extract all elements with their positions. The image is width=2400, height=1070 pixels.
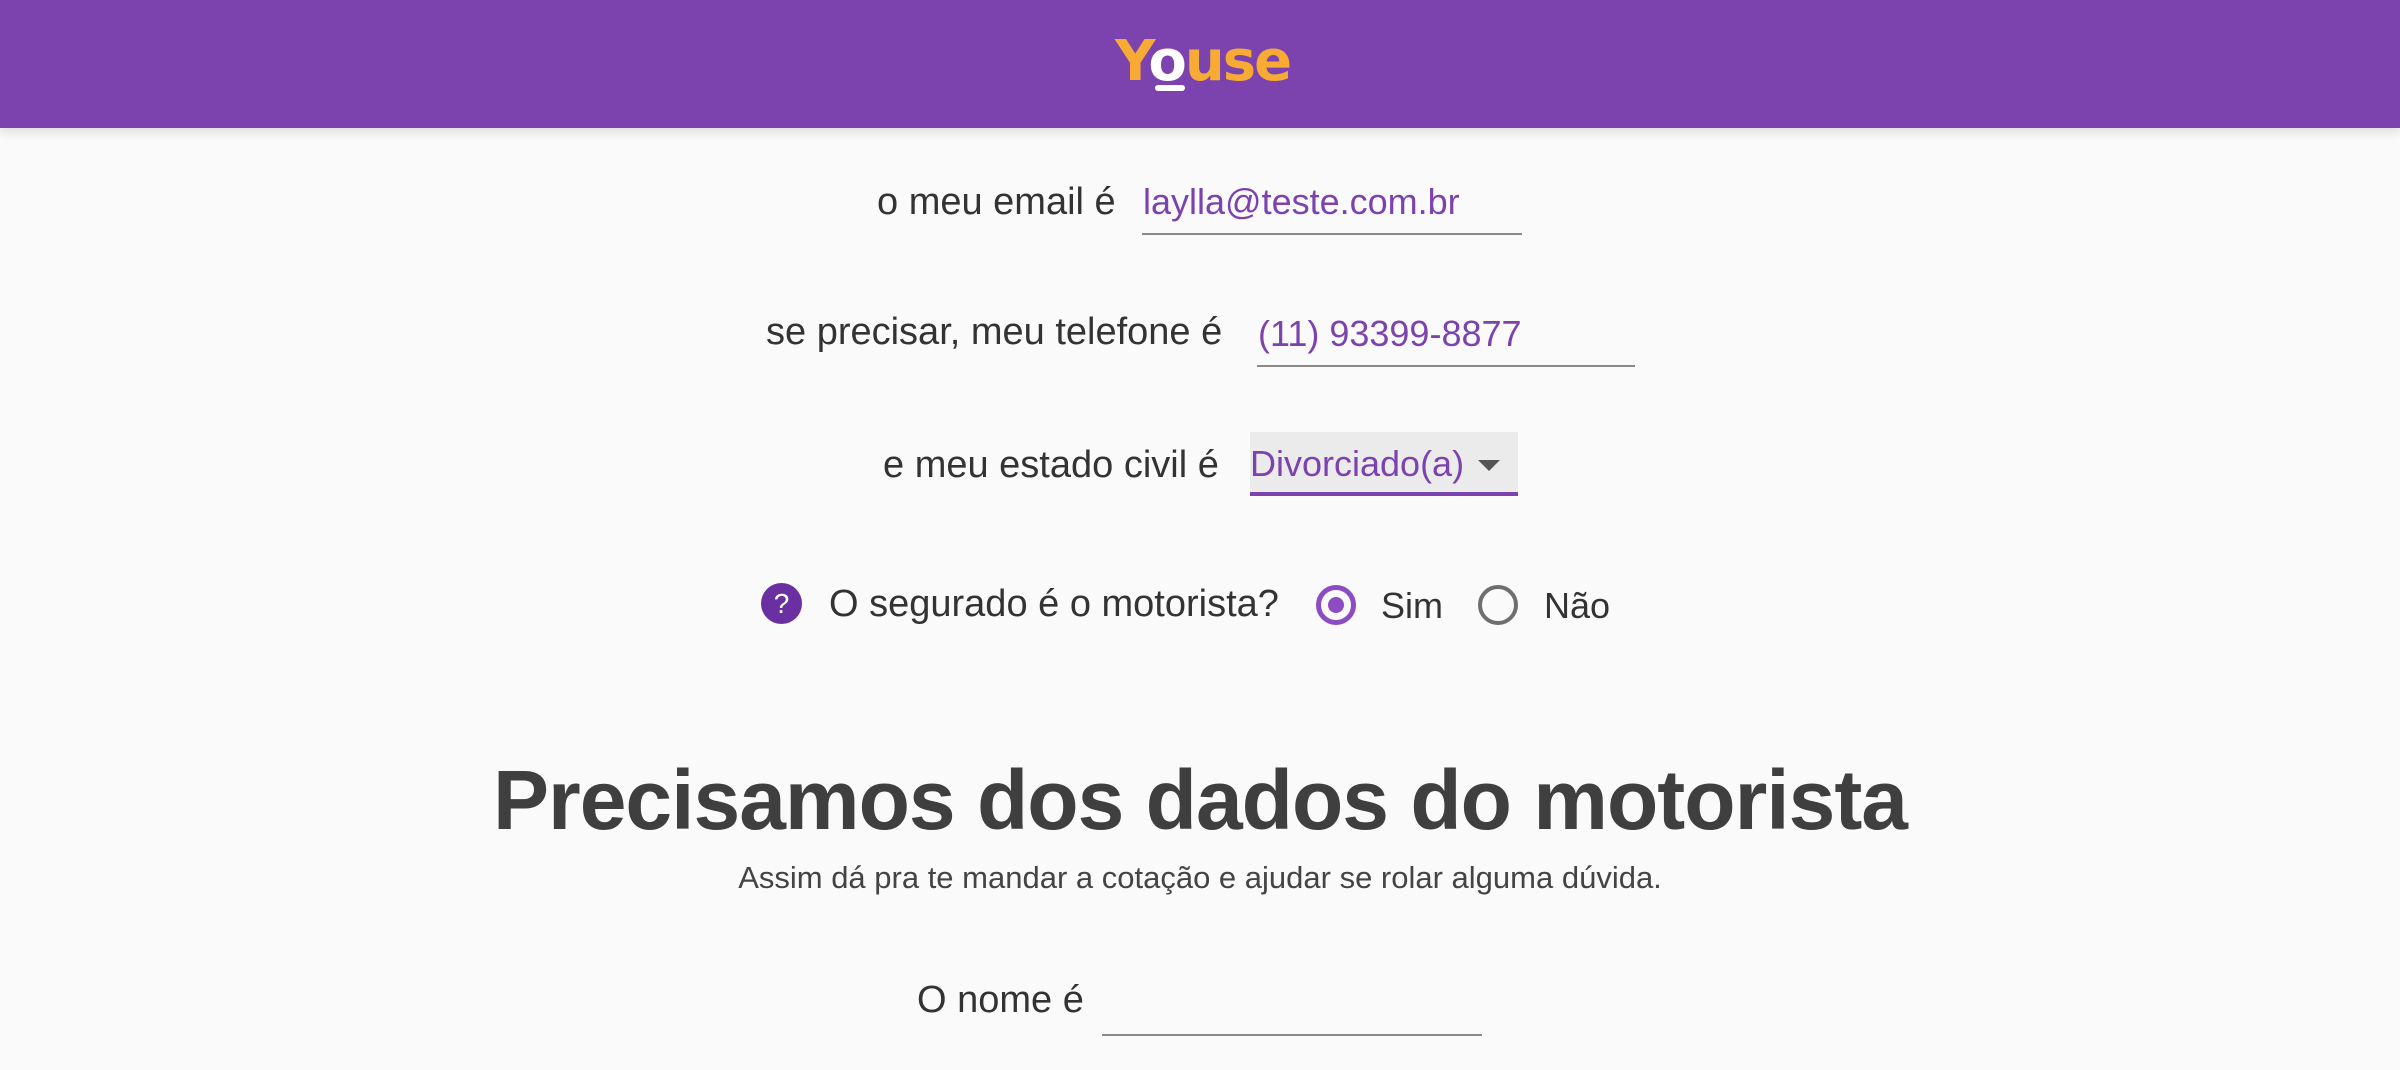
email-field-underline: [1142, 233, 1522, 235]
email-field[interactable]: laylla@teste.com.br: [1143, 180, 1460, 224]
driver-name-field-underline: [1102, 1034, 1482, 1036]
radio-sim-label[interactable]: Sim: [1381, 584, 1443, 628]
email-label: o meu email é: [877, 181, 1116, 223]
radio-nao-label[interactable]: Não: [1544, 584, 1610, 628]
chevron-down-icon: [1478, 460, 1500, 471]
logo-letter-y: Y: [1115, 29, 1150, 94]
section-title: Precisamos dos dados do motorista: [492, 753, 1908, 847]
marital-status-value: Divorciado(a): [1250, 443, 1465, 484]
section-subtitle: Assim dá pra te mandar a cotação e ajuda…: [738, 860, 1662, 895]
radio-sim[interactable]: [1316, 585, 1356, 625]
radio-nao[interactable]: [1478, 585, 1518, 625]
youse-logo[interactable]: Youse: [1115, 34, 1292, 94]
question-circle-icon[interactable]: ?: [761, 583, 802, 624]
driver-name-field[interactable]: [1103, 978, 1481, 1022]
driver-question-label: O segurado é o motorista?: [829, 583, 1279, 625]
driver-name-label: O nome é: [917, 979, 1084, 1021]
logo-letters-use: use: [1184, 29, 1292, 94]
phone-label: se precisar, meu telefone é: [766, 311, 1223, 353]
top-header: Youse: [0, 0, 2400, 128]
marital-status-select[interactable]: Divorciado(a): [1250, 432, 1518, 496]
phone-field[interactable]: (11) 93399-8877: [1258, 312, 1522, 356]
logo-underline-mark: [1155, 85, 1185, 91]
phone-field-underline: [1257, 365, 1635, 367]
marital-status-label: e meu estado civil é: [883, 444, 1219, 486]
